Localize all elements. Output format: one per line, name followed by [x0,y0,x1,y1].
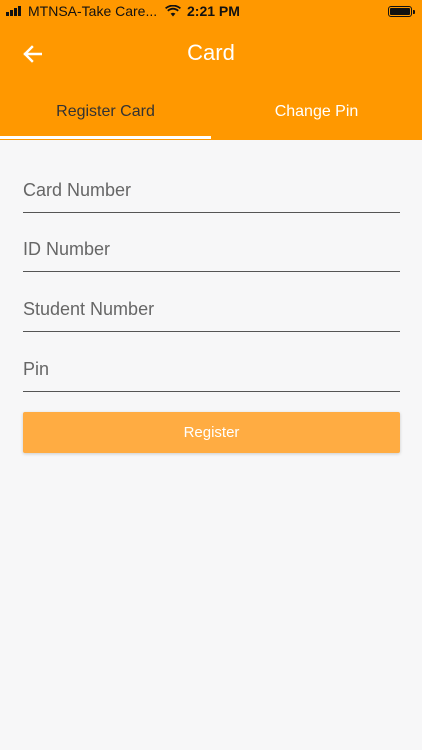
pin-input[interactable] [23,347,400,391]
student-number-field [23,287,400,332]
app-header: MTNSA-Take Care... 2:21 PM Card Register… [0,0,422,140]
wifi-icon [165,4,181,20]
id-number-field [23,227,400,272]
tab-change-pin[interactable]: Change Pin [211,92,422,138]
register-button[interactable]: Register [23,412,400,453]
card-number-field [23,168,400,213]
signal-icon [6,6,21,16]
status-time: 2:21 PM [187,3,240,19]
pin-field [23,347,400,392]
battery-icon [388,6,415,17]
tab-register-card[interactable]: Register Card [0,92,211,138]
page-title: Card [187,40,235,65]
id-number-input[interactable] [23,227,400,271]
tab-bar: Register Card Change Pin [0,92,422,140]
tab-indicator [0,136,211,139]
carrier-name: MTNSA-Take Care... [28,3,158,19]
student-number-input[interactable] [23,287,400,331]
status-bar: MTNSA-Take Care... 2:21 PM [0,0,422,24]
card-number-input[interactable] [23,168,400,212]
